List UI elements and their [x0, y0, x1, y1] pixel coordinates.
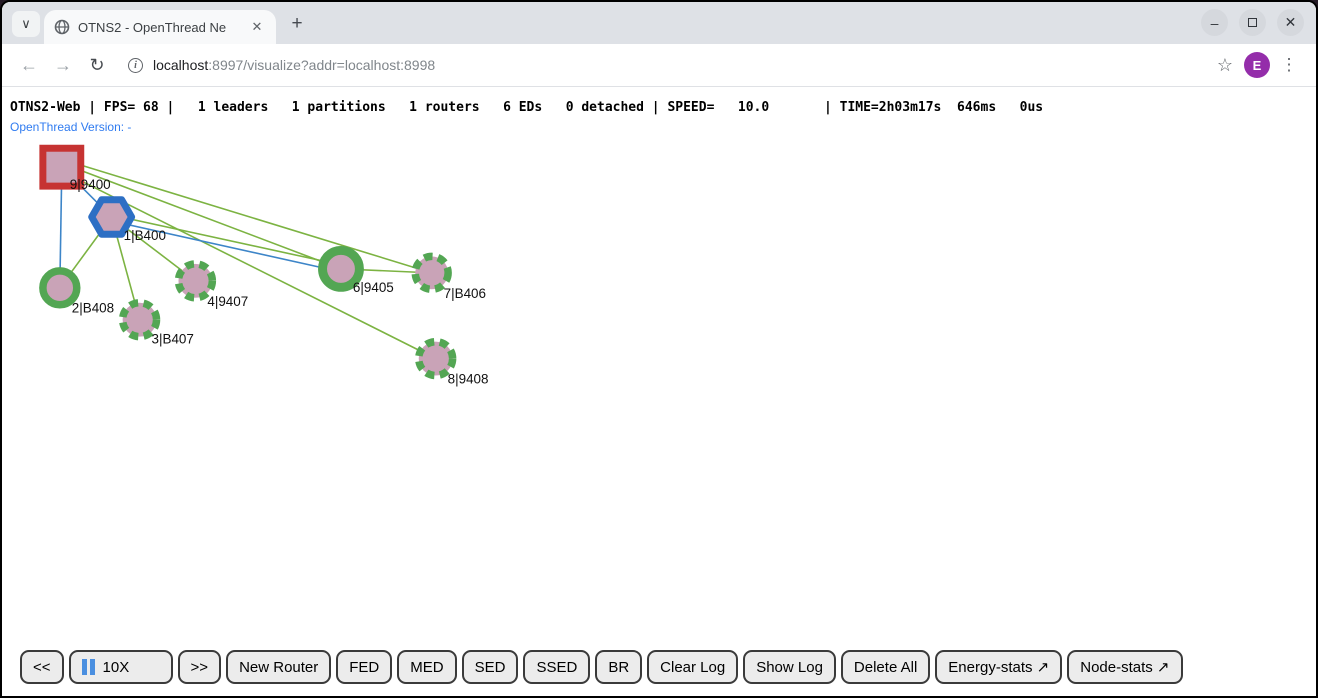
show-log-button[interactable]: Show Log — [743, 650, 836, 684]
browser-window: ∨ OTNS2 - OpenThread Ne ✕ + – ✕ ← → ↻ i … — [0, 0, 1318, 698]
energy-stats-button[interactable]: Energy-stats ↗ — [935, 650, 1062, 684]
node-label-4|9407: 4|9407 — [207, 294, 248, 309]
browser-toolbar: ← → ↻ i localhost:8997/visualize?addr=lo… — [2, 44, 1316, 87]
tab-strip: ∨ OTNS2 - OpenThread Ne ✕ + – ✕ — [2, 2, 1316, 44]
page-content: OTNS2-Web | FPS= 68 | 1 leaders 1 partit… — [2, 87, 1316, 696]
ssed-button[interactable]: SSED — [523, 650, 590, 684]
fed-label: FED — [349, 659, 379, 676]
back-icon[interactable]: ← — [14, 50, 44, 80]
url-path: :8997/visualize?addr=localhost:8998 — [208, 57, 435, 73]
openthread-version-label: OpenThread Version: - — [10, 120, 131, 134]
node-1|B400[interactable] — [92, 200, 132, 235]
step-back-label: << — [33, 659, 51, 676]
minimize-button[interactable]: – — [1201, 9, 1228, 36]
simulator-action-bar: << 10X >> New Router FED MED SED SSED BR Clear Lo… — [20, 650, 1183, 684]
simulator-status-line: OTNS2-Web | FPS= 68 | 1 leaders 1 partit… — [10, 100, 1043, 115]
maximize-button[interactable] — [1239, 9, 1266, 36]
node-label-7|B406: 7|B406 — [444, 286, 486, 301]
delete-all-button[interactable]: Delete All — [841, 650, 930, 684]
node-4|9407[interactable] — [178, 264, 212, 298]
network-canvas: 9|94001|B4002|B4083|B4074|94076|94057|B4… — [2, 87, 1316, 696]
globe-icon — [54, 19, 70, 35]
med-button[interactable]: MED — [397, 650, 456, 684]
step-forward-label: >> — [191, 659, 209, 676]
node-3|B407[interactable] — [123, 303, 157, 337]
tab-search-chevron-icon[interactable]: ∨ — [12, 11, 40, 37]
tab-title: OTNS2 - OpenThread Ne — [78, 20, 240, 35]
node-8|9408[interactable] — [419, 342, 453, 376]
node-label-3|B407: 3|B407 — [152, 332, 194, 347]
tab-close-icon[interactable]: ✕ — [248, 18, 266, 36]
node-label-1|B400: 1|B400 — [124, 228, 166, 243]
clear-log-button[interactable]: Clear Log — [647, 650, 738, 684]
address-bar[interactable]: i localhost:8997/visualize?addr=localhos… — [116, 49, 1206, 81]
url-host: localhost — [153, 57, 208, 73]
speed-button[interactable]: 10X — [69, 650, 173, 684]
node-9|9400[interactable] — [43, 148, 81, 186]
node-6|9405[interactable] — [323, 250, 360, 287]
node-label-8|9408: 8|9408 — [448, 372, 489, 387]
node-stats-label: Node-stats ↗ — [1080, 658, 1169, 676]
br-button[interactable]: BR — [595, 650, 642, 684]
node-7|B406[interactable] — [415, 256, 448, 289]
browser-menu-icon[interactable]: ⋮ — [1274, 50, 1304, 80]
close-button[interactable]: ✕ — [1277, 9, 1304, 36]
new-router-label: New Router — [239, 659, 318, 676]
br-label: BR — [608, 659, 629, 676]
edge-1-6 — [112, 221, 341, 272]
reload-icon[interactable]: ↻ — [82, 50, 112, 80]
sed-label: SED — [475, 659, 506, 676]
delete-all-label: Delete All — [854, 659, 917, 676]
browser-tab[interactable]: OTNS2 - OpenThread Ne ✕ — [44, 10, 276, 44]
show-log-label: Show Log — [756, 659, 823, 676]
med-label: MED — [410, 659, 443, 676]
ssed-label: SSED — [536, 659, 577, 676]
url-text: localhost:8997/visualize?addr=localhost:… — [153, 57, 435, 73]
window-controls: – ✕ — [1201, 9, 1304, 36]
sed-button[interactable]: SED — [462, 650, 519, 684]
pause-icon — [82, 659, 95, 675]
node-2|B408[interactable] — [43, 271, 77, 305]
clear-log-label: Clear Log — [660, 659, 725, 676]
bookmark-star-icon[interactable]: ☆ — [1210, 50, 1240, 80]
site-info-icon[interactable]: i — [128, 58, 143, 73]
new-tab-button[interactable]: + — [284, 11, 310, 37]
edge-1-6 — [112, 215, 341, 265]
forward-icon[interactable]: → — [48, 50, 78, 80]
node-label-2|B408: 2|B408 — [72, 301, 114, 316]
step-forward-button[interactable]: >> — [178, 650, 222, 684]
speed-label: 10X — [103, 659, 130, 676]
profile-avatar[interactable]: E — [1244, 52, 1270, 78]
fed-button[interactable]: FED — [336, 650, 392, 684]
energy-stats-label: Energy-stats ↗ — [948, 658, 1049, 676]
step-back-button[interactable]: << — [20, 650, 64, 684]
new-router-button[interactable]: New Router — [226, 650, 331, 684]
node-stats-button[interactable]: Node-stats ↗ — [1067, 650, 1182, 684]
